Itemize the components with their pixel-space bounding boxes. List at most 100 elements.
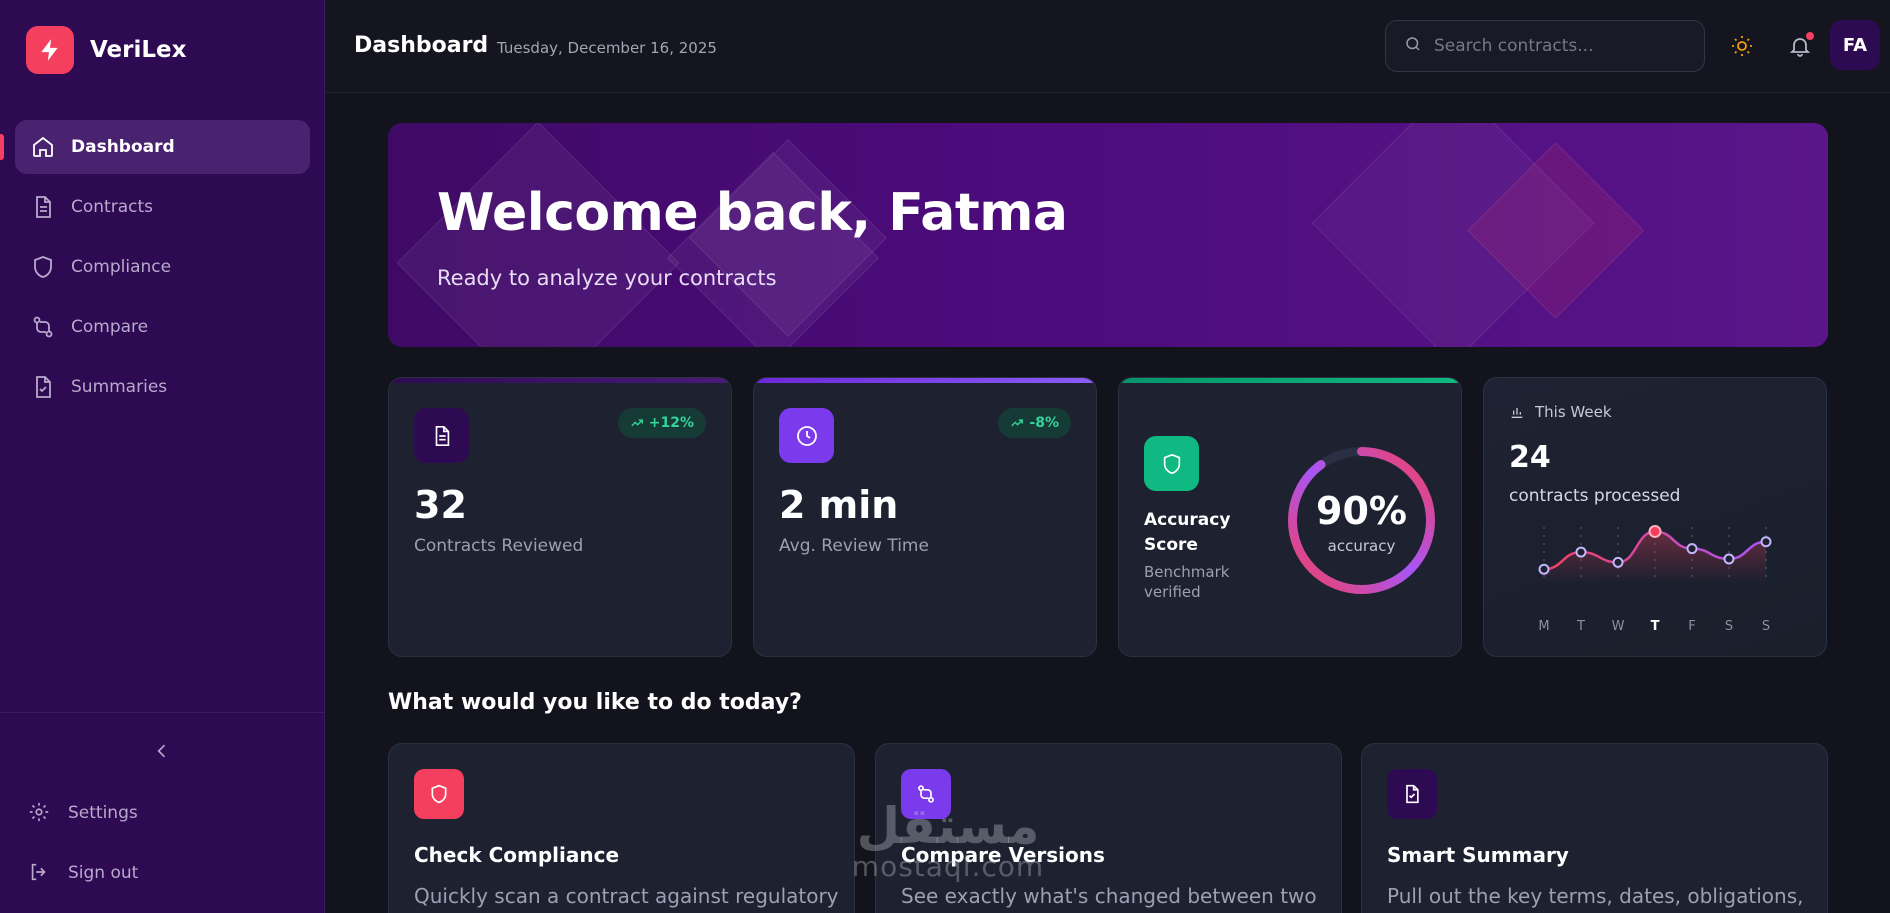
welcome-title: Welcome back, Fatma	[437, 183, 1068, 243]
sparkline-point	[1538, 563, 1550, 575]
weekly-sparkline: MTWTFSS	[1538, 524, 1772, 634]
sparkline-point	[1612, 556, 1624, 568]
sparkline-point	[1648, 524, 1662, 538]
grid-dot	[1727, 526, 1731, 530]
week-heading: This Week	[1509, 403, 1612, 421]
sparkline-point	[1686, 543, 1698, 555]
lightning-icon	[26, 26, 74, 74]
chevron-left-icon[interactable]	[152, 741, 172, 761]
grid-dot	[1727, 550, 1731, 554]
day-label: W	[1612, 619, 1625, 634]
stat-value: 2 min	[779, 483, 899, 527]
avatar[interactable]: FA	[1830, 20, 1880, 70]
grid-dot	[1579, 542, 1583, 546]
document-icon	[414, 408, 469, 463]
page-date: Tuesday, December 16, 2025	[497, 39, 717, 57]
grid-dot	[1764, 526, 1768, 530]
git-compare-icon	[31, 315, 55, 339]
action-card-summary[interactable]: Smart Summary Pull out the key terms, da…	[1361, 743, 1828, 913]
stat-card-accuracy: Accuracy Score Benchmark verified 90% ac…	[1118, 377, 1462, 657]
stat-card-time: -8% 2 min Avg. Review Time	[753, 377, 1097, 657]
action-card-compliance[interactable]: Check Compliance Quickly scan a contract…	[388, 743, 855, 913]
shield-icon	[1144, 436, 1199, 491]
grid-dot	[1542, 526, 1546, 530]
settings-label: Settings	[68, 803, 138, 823]
day-label: M	[1538, 619, 1549, 634]
settings-link[interactable]: Settings	[28, 801, 138, 825]
day-label: F	[1688, 619, 1695, 634]
sidebar-item-compliance[interactable]: Compliance	[15, 240, 310, 294]
sidebar-item-label: Contracts	[71, 197, 153, 217]
day-label: S	[1725, 619, 1733, 634]
sidebar-item-dashboard[interactable]: Dashboard	[0, 120, 310, 174]
day-label: T	[1651, 619, 1660, 634]
grid-dot	[1690, 526, 1694, 530]
sidebar-item-summaries[interactable]: Summaries	[15, 360, 310, 414]
grid-dot	[1542, 542, 1546, 546]
grid-dot	[1616, 542, 1620, 546]
grid-dot	[1690, 534, 1694, 538]
sidebar: VeriLex Dashboard Contracts Compliance C…	[0, 0, 325, 913]
sidebar-item-label: Compliance	[71, 257, 172, 277]
action-desc: Pull out the key terms, dates, obligatio…	[1387, 884, 1804, 908]
sparkline-point	[1723, 553, 1735, 565]
shield-icon	[414, 769, 464, 819]
card-accent-bar	[754, 378, 1096, 383]
week-value: 24	[1509, 440, 1551, 475]
week-label: contracts processed	[1509, 486, 1681, 506]
app-name: VeriLex	[90, 37, 187, 63]
signout-label: Sign out	[68, 863, 139, 883]
sidebar-item-label: Compare	[71, 317, 149, 337]
app-logo[interactable]: VeriLex	[26, 26, 186, 74]
stat-card-reviewed: +12% 32 Contracts Reviewed	[388, 377, 732, 657]
trend-value: -8%	[1029, 415, 1059, 431]
file-check-icon	[31, 375, 55, 399]
sidebar-nav: Dashboard Contracts Compliance Compare S…	[0, 120, 310, 420]
accuracy-ring: 90% accuracy	[1284, 443, 1439, 598]
sidebar-item-contracts[interactable]: Contracts	[15, 180, 310, 234]
trend-up-icon	[1011, 419, 1024, 427]
sidebar-item-label: Dashboard	[71, 137, 175, 157]
clock-icon	[779, 408, 834, 463]
logout-icon	[28, 861, 52, 885]
page-title: Dashboard	[354, 33, 489, 58]
file-check-icon	[1387, 769, 1437, 819]
sun-icon[interactable]	[1730, 34, 1754, 58]
grid-dot	[1616, 526, 1620, 530]
day-label: S	[1762, 619, 1770, 634]
grid-dot	[1579, 526, 1583, 530]
week-heading-label: This Week	[1535, 403, 1612, 421]
trend-up-icon	[631, 419, 643, 427]
decor-diamond	[666, 151, 880, 347]
bell-icon[interactable]	[1788, 32, 1814, 58]
topbar: Dashboard Tuesday, December 16, 2025 FA	[325, 0, 1890, 93]
home-icon	[31, 135, 55, 159]
watermark-latin: mostaql.com	[851, 850, 1045, 883]
action-desc: See exactly what's changed between two	[901, 884, 1317, 908]
sparkline-point	[1575, 546, 1587, 558]
search-input[interactable]	[1434, 36, 1684, 56]
grid-dot	[1542, 534, 1546, 538]
action-desc: Quickly scan a contract against regulato…	[414, 884, 839, 908]
accuracy-value-label: accuracy	[1327, 537, 1396, 555]
grid-dot	[1542, 550, 1546, 554]
document-icon	[31, 195, 55, 219]
stat-card-week: This Week 24 contracts processed M T W T F S S	[1483, 377, 1827, 657]
trend-badge: +12%	[617, 408, 706, 438]
sparkline-point	[1760, 536, 1772, 548]
sidebar-item-compare[interactable]: Compare	[15, 300, 310, 354]
watermark: مستقل mostaql.com	[828, 800, 1068, 882]
action-title: Check Compliance	[414, 843, 620, 867]
section-heading: What would you like to do today?	[388, 690, 802, 715]
accuracy-value: 90%	[1316, 489, 1407, 533]
day-label: T	[1576, 619, 1585, 634]
signout-link[interactable]: Sign out	[28, 861, 138, 885]
search-box[interactable]	[1385, 20, 1705, 72]
grid-dot	[1727, 542, 1731, 546]
accuracy-subtitle: Benchmark verified	[1144, 563, 1230, 601]
card-accent-bar	[1119, 378, 1461, 383]
action-title: Smart Summary	[1387, 843, 1569, 867]
notification-dot	[1806, 32, 1814, 40]
grid-dot	[1542, 558, 1546, 562]
search-icon	[1404, 35, 1422, 57]
